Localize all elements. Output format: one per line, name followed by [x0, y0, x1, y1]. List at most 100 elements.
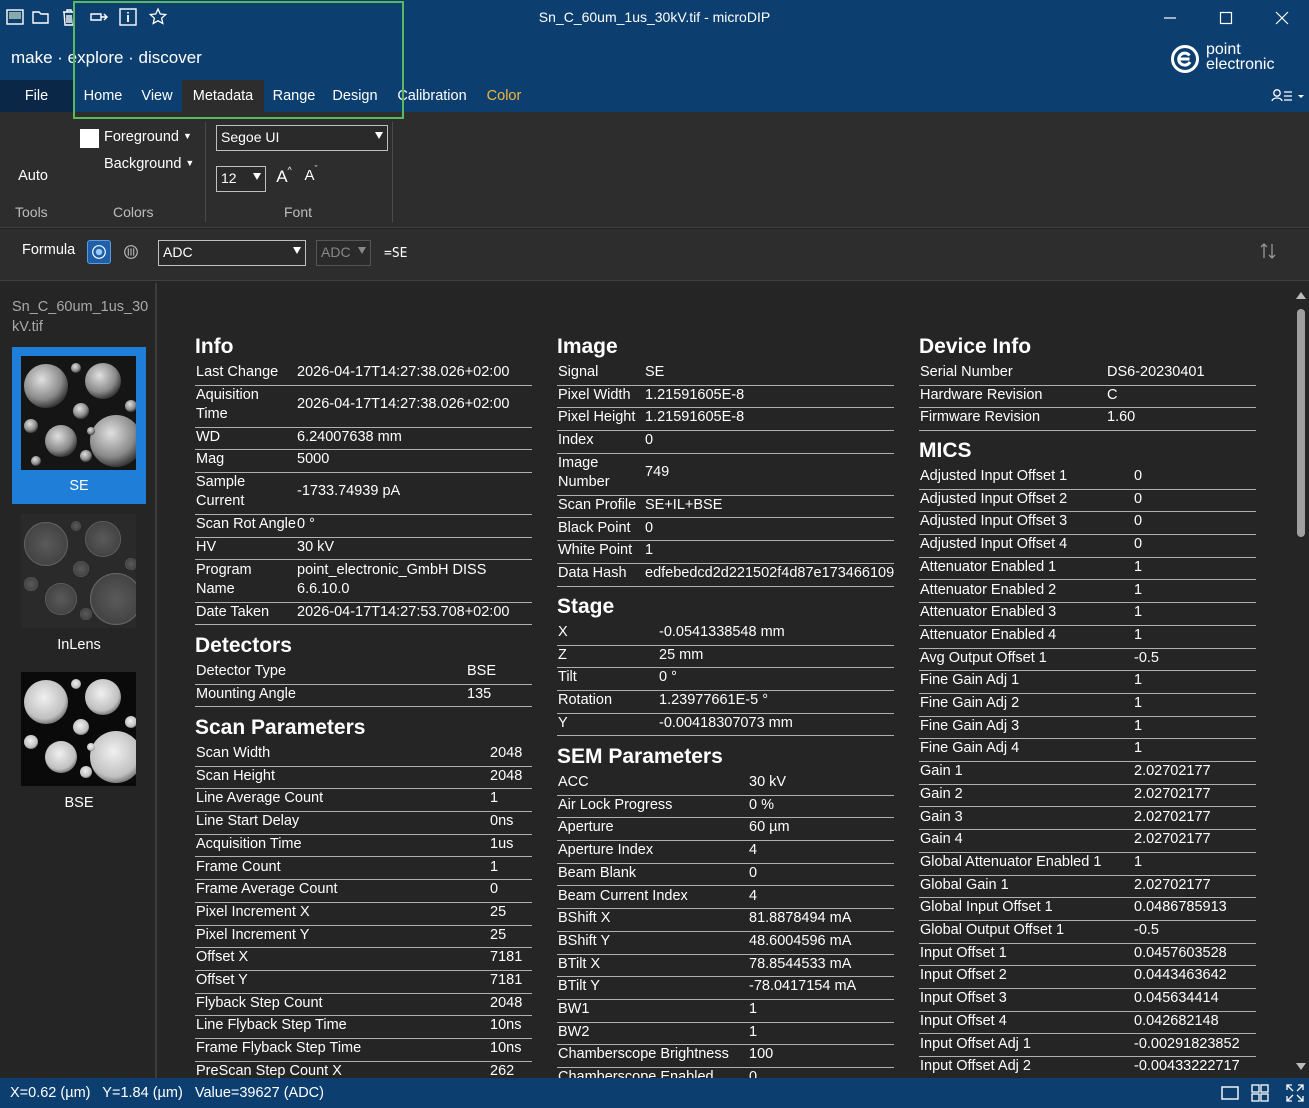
mics-key: Global Output Offset 1	[920, 922, 1065, 938]
scan-key: PreScan Step Count X	[196, 1062, 342, 1078]
shrink-font-button[interactable]: Aˇ	[301, 164, 321, 189]
mics-value: 0	[1134, 513, 1143, 530]
inlens-thumbnail	[21, 514, 136, 628]
channel2-value: ADC	[321, 244, 351, 260]
channel-label-se: SE	[69, 478, 89, 494]
channel-mode-icon[interactable]	[87, 240, 111, 264]
sem-value: 1	[749, 1001, 758, 1017]
info-key: Program Name	[196, 561, 252, 597]
menu-file[interactable]: File	[0, 80, 73, 112]
stage-row: Tilt 0 °	[557, 668, 894, 692]
image-icon[interactable]	[4, 6, 26, 28]
mics-key: Fine Gain Adj 4	[920, 740, 1020, 757]
detectors-value: BSE	[467, 663, 497, 679]
channel-thumb-se[interactable]: SE	[12, 347, 146, 504]
channel-thumb-inlens[interactable]: InLens	[12, 505, 146, 655]
stage-key: Tilt	[558, 669, 577, 686]
auto-button[interactable]: Auto	[8, 168, 58, 190]
sem-key: Chamberscope Enabled	[558, 1069, 714, 1078]
section-title-image: Image	[557, 335, 618, 358]
maximize-button[interactable]	[1198, 0, 1254, 36]
image-value: edfebedcd2d221502f4d87e173466109	[645, 564, 895, 581]
mics-row: Input Offset 4 0.042682148	[919, 1012, 1256, 1035]
mics-row: Gain 3 2.02702177	[919, 808, 1256, 831]
scan-value: 7181	[490, 949, 523, 966]
chevron-down-icon: ▼	[182, 131, 192, 141]
background-dropdown[interactable]: Background ▼	[104, 156, 194, 172]
chevron-down-icon	[358, 247, 366, 254]
sem-row: BShift X 81.8878494 mA	[557, 909, 894, 932]
vertical-scrollbar[interactable]	[1293, 283, 1309, 1078]
formula-expression[interactable]: =SE	[384, 246, 407, 261]
minimize-button[interactable]	[1142, 0, 1198, 36]
font-family-value: Segoe UI	[221, 129, 280, 145]
scrollbar-thumb[interactable]	[1297, 309, 1305, 537]
user-menu-icon[interactable]	[1270, 87, 1306, 105]
stage-value: -0.00418307073 mm	[659, 714, 793, 731]
scan-row: Frame Average Count 0	[195, 880, 532, 903]
font-size-select[interactable]: 12	[216, 166, 266, 192]
scan-row: Line Start Delay 0ns	[195, 812, 532, 835]
device-key: Hardware Revision	[920, 386, 1043, 403]
info-key: WD	[196, 428, 221, 445]
colors-group-label: Colors	[113, 204, 154, 220]
image-value: SE	[645, 364, 665, 380]
mics-value: -0.00291823852	[1134, 1035, 1240, 1052]
fullscreen-icon[interactable]	[1285, 1083, 1305, 1103]
sem-value: 0	[749, 1069, 758, 1078]
sem-key: Beam Current Index	[558, 887, 688, 904]
scroll-down-icon[interactable]	[1296, 1063, 1306, 1071]
image-key: White Point	[558, 542, 633, 559]
mics-row: Adjusted Input Offset 1 0	[919, 467, 1256, 490]
channel-thumb-bse[interactable]: BSE	[12, 663, 146, 813]
info-value: -1733.74939 pA	[297, 483, 401, 500]
foreground-swatch[interactable]	[80, 129, 99, 148]
stage-value: 0 °	[659, 669, 677, 686]
info-row: Aquisition Time 2026-04-17T14:27:38.026+0…	[195, 386, 532, 428]
metadata-panel: Info Last Change 2026-04-17T14:27:38.026+…	[159, 283, 1309, 1078]
formula-mode-icon[interactable]	[119, 240, 143, 264]
sort-icon[interactable]	[1258, 241, 1278, 261]
stage-row: Y -0.00418307073 mm	[557, 714, 894, 737]
tab-color[interactable]: Color	[478, 80, 530, 112]
channel-select[interactable]: ADC	[158, 240, 306, 266]
image-key: Pixel Height	[558, 409, 636, 426]
mics-key: Fine Gain Adj 1	[920, 672, 1020, 689]
sem-row: BTilt X 78.8544533 mA	[557, 955, 894, 978]
mics-key: Attenuator Enabled 1	[920, 558, 1057, 575]
detectors-row: Detector Type BSE	[195, 662, 532, 685]
image-row: Pixel Height 1.21591605E-8	[557, 408, 894, 432]
ribbon	[0, 112, 1309, 228]
mics-row: Adjusted Input Offset 3 0	[919, 512, 1256, 536]
file-name: Sn_C_60um_1us_30kV.tif	[12, 299, 149, 335]
sem-value: 78.8544533 mA	[749, 955, 852, 972]
foreground-dropdown[interactable]: Foreground ▼	[104, 129, 192, 145]
scan-row: Line Average Count 1	[195, 789, 532, 813]
scan-row: PreScan Step Count X 262	[195, 1062, 532, 1078]
sem-row: Chamberscope Brightness 100	[557, 1045, 894, 1069]
single-view-icon[interactable]	[1220, 1083, 1240, 1103]
mics-key: Gain 4	[920, 831, 963, 848]
info-value: 2026-04-17T14:27:53.708+02:00	[297, 603, 510, 620]
grid-view-icon[interactable]	[1250, 1083, 1270, 1103]
folder-open-icon[interactable]	[30, 6, 52, 28]
info-value: 0 °	[297, 516, 315, 533]
caret-down-icon: ˇ	[314, 164, 318, 174]
channel2-select[interactable]: ADC	[316, 240, 371, 266]
font-group-label: Font	[284, 204, 313, 220]
scan-value: 2048	[490, 745, 523, 761]
mics-value: 1	[1134, 740, 1143, 757]
mics-row: Attenuator Enabled 3 1	[919, 603, 1256, 626]
grow-font-button[interactable]: A^	[274, 165, 294, 189]
mics-key: Input Offset 1	[920, 944, 1007, 961]
scroll-up-icon[interactable]	[1296, 291, 1306, 299]
mics-row: Input Offset 2 0.0443463642	[919, 966, 1256, 990]
sem-value: 0	[749, 864, 758, 881]
detectors-key: Detector Type	[196, 663, 287, 679]
close-button[interactable]	[1254, 0, 1309, 36]
mics-value: 1	[1134, 672, 1143, 689]
mics-row: Avg Output Offset 1 -0.5	[919, 649, 1256, 672]
mics-key: Input Offset Adj 2	[920, 1058, 1031, 1075]
mics-key: Input Offset 2	[920, 967, 1007, 984]
font-family-select[interactable]: Segoe UI	[216, 125, 388, 151]
